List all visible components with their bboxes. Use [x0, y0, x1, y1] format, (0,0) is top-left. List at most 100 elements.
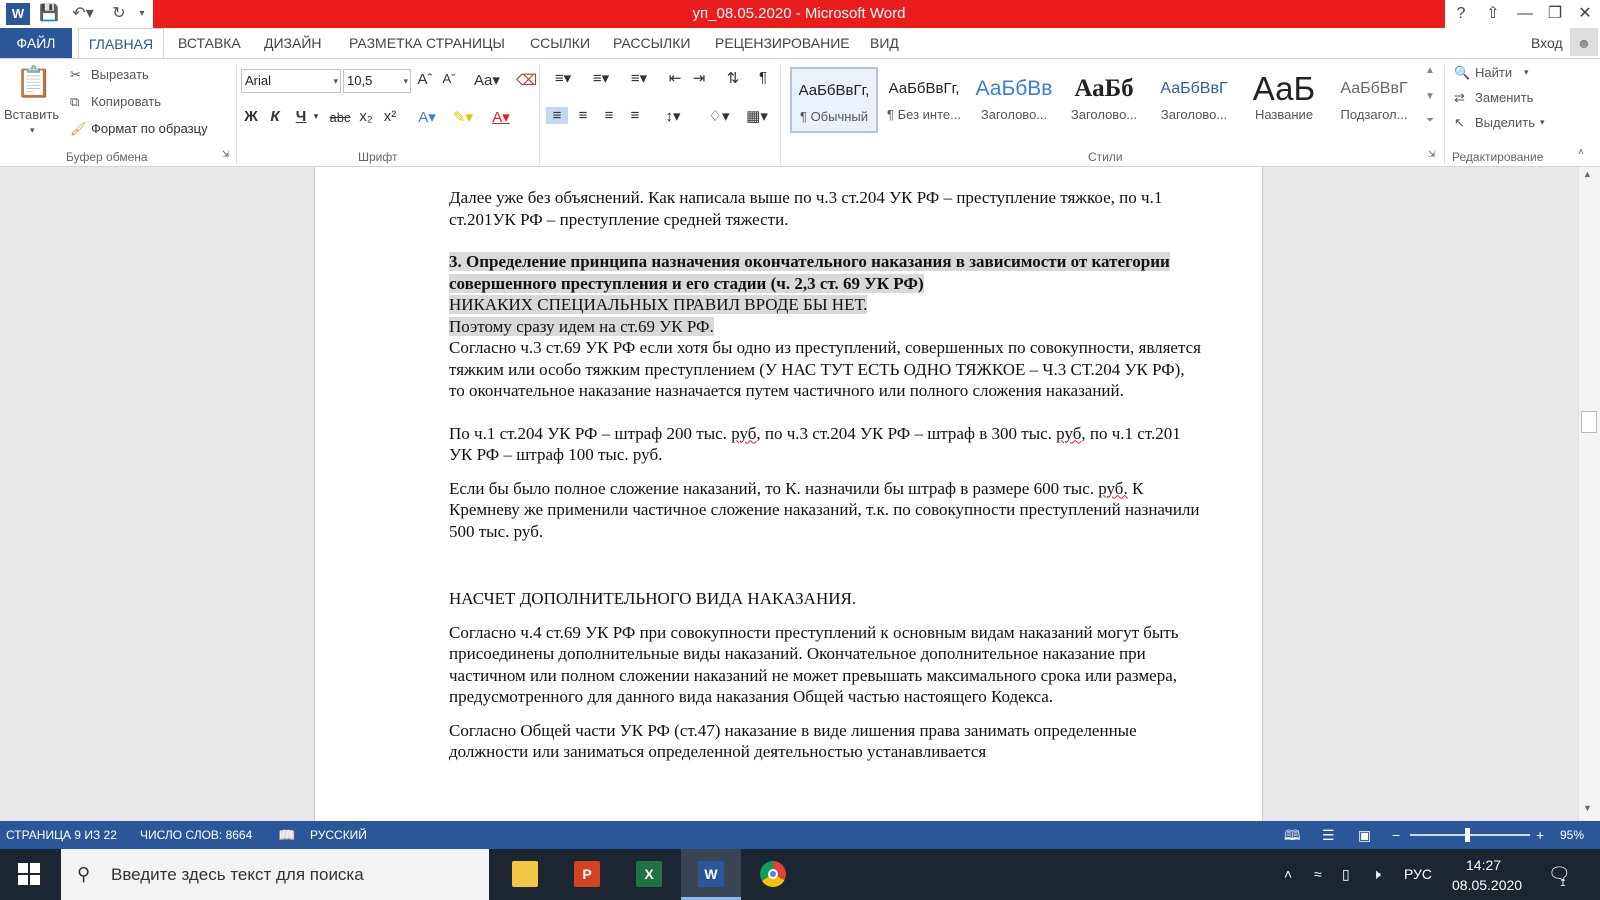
spellcheck-word[interactable]: руб — [731, 424, 756, 443]
minimize-icon[interactable]: — — [1510, 0, 1540, 28]
vertical-scrollbar[interactable]: ▲ ▼ — [1578, 167, 1600, 821]
replace-icon[interactable]: ⇄ — [1454, 90, 1465, 106]
format-painter-button[interactable]: Формат по образцу — [91, 121, 208, 136]
change-case-icon[interactable]: Aa▾ — [472, 71, 502, 89]
style-heading-3[interactable]: АаБбВвГ Заголово... — [1150, 67, 1238, 133]
style-heading-2[interactable]: АаБб Заголово... — [1060, 67, 1148, 133]
align-right-icon[interactable]: ≡ — [598, 107, 620, 124]
zoom-level[interactable]: 95% — [1560, 821, 1584, 849]
proofing-icon[interactable]: 📖 — [278, 821, 295, 849]
italic-button[interactable]: К — [266, 108, 284, 125]
taskbar-excel[interactable]: X — [619, 849, 679, 900]
document-page[interactable]: Далее уже без объяснений. Как написала в… — [314, 167, 1263, 821]
tab-references[interactable]: ССЫЛКИ — [530, 28, 590, 58]
decrease-indent-icon[interactable]: ⇤ — [664, 69, 686, 87]
style-subtitle[interactable]: АаБбВвГ Подзагол... — [1330, 67, 1418, 133]
taskbar-chrome[interactable] — [743, 849, 803, 900]
multilevel-list-icon[interactable]: ≡▾ — [622, 69, 656, 87]
tab-layout[interactable]: РАЗМЕТКА СТРАНИЦЫ — [349, 28, 505, 58]
clock-date[interactable]: 08.05.2020 — [1452, 875, 1522, 895]
user-avatar-icon[interactable]: ☻ — [1570, 28, 1598, 56]
line-spacing-icon[interactable]: ↕▾ — [656, 107, 690, 125]
pilcrow-icon[interactable]: ¶ — [752, 69, 774, 86]
cut-button[interactable]: Вырезать — [91, 67, 149, 82]
web-layout-icon[interactable]: ▣ — [1358, 821, 1371, 849]
zoom-in-icon[interactable]: + — [1536, 821, 1544, 849]
help-button[interactable]: ? — [1446, 0, 1476, 28]
find-dropdown-icon[interactable]: ▾ — [1524, 67, 1529, 78]
superscript-button[interactable]: x² — [380, 108, 400, 125]
maximize-icon[interactable]: ❐ — [1540, 0, 1570, 28]
paste-button[interactable]: Вставить — [4, 107, 59, 122]
battery-icon[interactable]: ▯ — [1342, 849, 1350, 900]
styles-scroll-down-icon[interactable]: ▼ — [1422, 91, 1438, 102]
shrink-font-icon[interactable]: Aˇ — [440, 71, 458, 86]
taskbar-file-explorer[interactable] — [495, 849, 555, 900]
tab-view[interactable]: ВИД — [870, 28, 899, 58]
style-heading-1[interactable]: АаБбВв Заголово... — [970, 67, 1058, 133]
align-center-icon[interactable]: ≡ — [572, 107, 594, 124]
borders-icon[interactable]: ▦▾ — [740, 107, 774, 125]
text-effects-icon[interactable]: A▾ — [412, 108, 442, 126]
copy-button[interactable]: Копировать — [91, 94, 161, 109]
font-name-combo[interactable]: Arial ▾ — [241, 69, 341, 93]
paste-icon[interactable]: 📋 — [12, 65, 56, 105]
font-color-icon[interactable]: A▾ — [484, 108, 518, 126]
increase-indent-icon[interactable]: ⇥ — [688, 69, 710, 87]
start-windows-icon[interactable] — [18, 863, 40, 885]
spellcheck-word[interactable]: руб — [1056, 424, 1081, 443]
styles-more-icon[interactable]: ⏷ — [1422, 115, 1438, 126]
tab-mailings[interactable]: РАССЫЛКИ — [613, 28, 690, 58]
page-count[interactable]: СТРАНИЦА 9 ИЗ 22 — [6, 821, 117, 849]
style-no-spacing[interactable]: АаБбВвГг, ¶ Без инте... — [880, 67, 968, 133]
replace-button[interactable]: Заменить — [1475, 90, 1533, 105]
bullets-icon[interactable]: ≡▾ — [546, 69, 580, 87]
input-language[interactable]: РУС — [1404, 849, 1432, 900]
style-normal[interactable]: АаБбВвГг, ¶ Обычный — [790, 67, 878, 133]
underline-button[interactable]: Ч — [292, 108, 310, 125]
styles-scroll-up-icon[interactable]: ▲ — [1422, 65, 1438, 76]
sort-icon[interactable]: ⇅ — [722, 69, 744, 87]
zoom-out-icon[interactable]: − — [1392, 821, 1400, 849]
find-button[interactable]: Найти — [1475, 65, 1512, 80]
word-count[interactable]: ЧИСЛО СЛОВ: 8664 — [140, 821, 252, 849]
sign-in-link[interactable]: Вход — [1531, 28, 1563, 58]
spellcheck-word[interactable]: руб. — [1098, 479, 1127, 498]
language-indicator[interactable]: РУССКИЙ — [310, 821, 367, 849]
justify-icon[interactable]: ≡ — [624, 107, 646, 124]
clock-time[interactable]: 14:27 — [1466, 855, 1501, 875]
tab-design[interactable]: ДИЗАЙН — [264, 28, 322, 58]
highlight-color-icon[interactable]: ✎▾ — [446, 108, 480, 126]
find-icon[interactable]: 🔍 — [1454, 65, 1470, 81]
font-size-combo[interactable]: 10,5 ▾ — [343, 69, 411, 93]
scroll-thumb[interactable] — [1581, 411, 1597, 433]
print-layout-icon[interactable]: ☰ — [1322, 821, 1335, 849]
strikethrough-button[interactable]: abc — [326, 110, 354, 125]
taskbar-powerpoint[interactable]: P — [557, 849, 617, 900]
styles-launcher-icon[interactable]: ⇲ — [1428, 149, 1436, 160]
underline-dropdown-icon[interactable]: ▾ — [311, 111, 321, 122]
read-mode-icon[interactable]: 🕮 — [1284, 821, 1301, 849]
save-icon[interactable]: 💾 — [38, 3, 60, 25]
taskbar-word[interactable]: W — [681, 849, 741, 900]
zoom-slider[interactable] — [1410, 834, 1530, 836]
tray-overflow-icon[interactable]: ˄ — [1284, 849, 1292, 900]
customize-qa-icon[interactable]: ▾ — [136, 3, 148, 25]
select-button[interactable]: Выделить — [1475, 115, 1535, 130]
grow-font-icon[interactable]: Aˆ — [416, 71, 434, 88]
select-icon[interactable]: ↖ — [1454, 115, 1465, 131]
tab-insert[interactable]: ВСТАВКА — [178, 28, 241, 58]
close-icon[interactable]: ✕ — [1570, 0, 1600, 28]
tab-home[interactable]: ГЛАВНАЯ — [78, 28, 164, 58]
cut-icon[interactable]: ✂ — [70, 67, 81, 83]
volume-icon[interactable]: 🕨 — [1372, 849, 1381, 900]
select-dropdown-icon[interactable]: ▾ — [1540, 117, 1545, 128]
zoom-slider-thumb[interactable] — [1465, 828, 1470, 842]
clear-format-icon[interactable]: ⌫ — [516, 71, 537, 89]
network-icon[interactable]: ≈ — [1314, 849, 1322, 900]
shading-icon[interactable]: ♢▾ — [702, 107, 736, 125]
format-painter-icon[interactable]: 🖌 — [70, 121, 87, 137]
ribbon-display-icon[interactable]: ⇧ — [1478, 0, 1508, 28]
copy-icon[interactable]: ⧉ — [70, 94, 79, 110]
scroll-down-icon[interactable]: ▼ — [1583, 803, 1592, 813]
